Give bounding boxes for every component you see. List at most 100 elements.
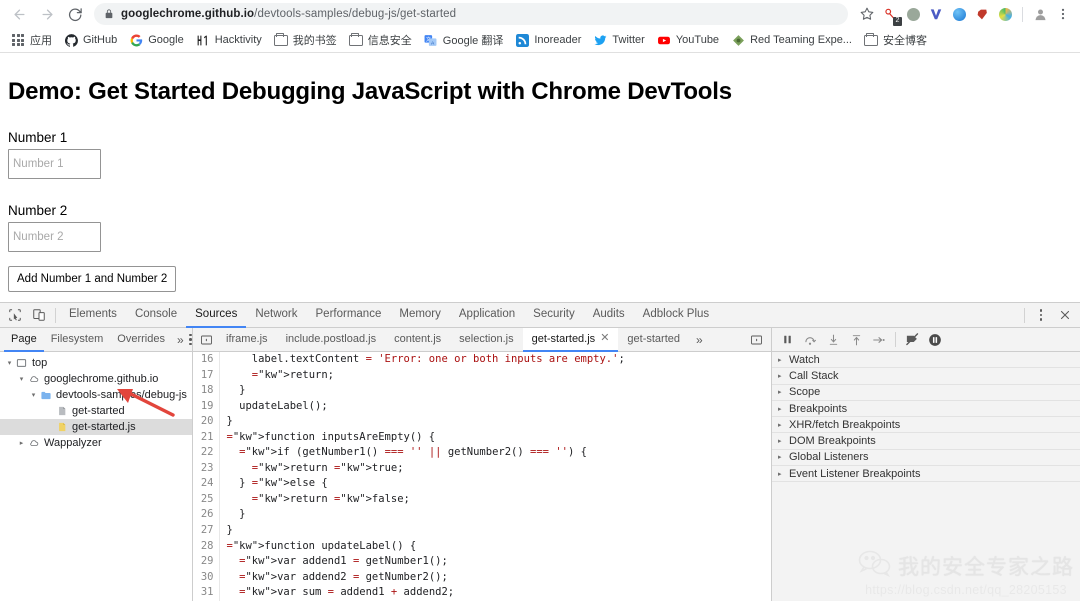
tab-memory[interactable]: Memory xyxy=(390,303,450,328)
bookmark-github[interactable]: GitHub xyxy=(59,31,124,49)
bookmark-apps[interactable]: 应用 xyxy=(6,30,59,50)
line-number[interactable]: 20 xyxy=(193,414,220,430)
line-number[interactable]: 29 xyxy=(193,554,220,570)
pause-resume-script-button[interactable] xyxy=(776,329,798,351)
code-text[interactable]: ="kw">if (getNumber1() === '' || getNumb… xyxy=(219,445,771,461)
code-text[interactable]: ="kw">var addend1 = getNumber1(); xyxy=(219,554,771,570)
tab-application[interactable]: Application xyxy=(450,303,524,328)
code-text[interactable]: ="kw">return ="kw">true; xyxy=(219,461,771,477)
step-out-button[interactable] xyxy=(845,329,867,351)
tab-sources[interactable]: Sources xyxy=(186,303,247,328)
line-number[interactable]: 17 xyxy=(193,367,220,384)
extension-green-circle-icon[interactable] xyxy=(902,3,924,25)
subtab-overrides[interactable]: Overrides xyxy=(110,328,172,352)
editor-tab-selection-js[interactable]: selection.js xyxy=(450,328,522,352)
step-over-button[interactable] xyxy=(799,329,821,351)
three-dot-menu-icon[interactable] xyxy=(1052,3,1074,25)
address-bar[interactable]: googlechrome.github.io/devtools-samples/… xyxy=(94,3,848,25)
more-tabs-icon[interactable] xyxy=(745,328,767,352)
editor-more-tabs-button[interactable]: » xyxy=(689,328,710,352)
code-text[interactable]: ="kw">return ="kw">false; xyxy=(219,492,771,508)
bookmark-folder-my-bookmarks[interactable]: 我的书签 xyxy=(269,30,344,50)
step-button[interactable] xyxy=(868,329,890,351)
line-number[interactable]: 19 xyxy=(193,398,220,415)
line-number[interactable]: 24 xyxy=(193,476,220,492)
extension-globe-icon[interactable] xyxy=(948,3,970,25)
twisty-icon[interactable]: ▾ xyxy=(16,375,27,383)
section-breakpoints[interactable]: ▸ Breakpoints xyxy=(772,401,1080,418)
twisty-icon[interactable]: ▾ xyxy=(28,391,39,399)
extension-colorpick-icon[interactable] xyxy=(994,3,1016,25)
section-dom-breakpoints[interactable]: ▸ DOM Breakpoints xyxy=(772,433,1080,450)
section-xhr-fetch-breakpoints[interactable]: ▸ XHR/fetch Breakpoints xyxy=(772,417,1080,434)
code-text[interactable]: } ="kw">else { xyxy=(219,476,771,492)
tab-performance[interactable]: Performance xyxy=(307,303,391,328)
navigator-more-tabs-button[interactable]: » xyxy=(172,328,189,352)
extension-red-badge-icon[interactable]: 2 xyxy=(879,3,902,26)
bookmark-inoreader[interactable]: Inoreader xyxy=(510,31,588,49)
code-text[interactable]: ="kw">function updateLabel() { xyxy=(219,539,771,555)
extension-vimium-icon[interactable] xyxy=(925,3,947,25)
line-number[interactable]: 30 xyxy=(193,569,220,586)
line-number[interactable]: 22 xyxy=(193,445,220,461)
code-editor[interactable]: 16 label.textContent = 'Error: one or bo… xyxy=(193,352,771,601)
code-text[interactable]: ="kw">function inputsAreEmpty() { xyxy=(219,430,771,446)
tree-item-get-started-js[interactable]: get-started.js xyxy=(0,419,192,435)
twisty-icon[interactable]: ▸ xyxy=(16,439,27,447)
star-icon[interactable] xyxy=(856,3,878,25)
profile-avatar-icon[interactable] xyxy=(1029,3,1051,25)
back-button[interactable] xyxy=(6,1,32,27)
add-numbers-button[interactable]: Add Number 1 and Number 2 xyxy=(8,266,177,292)
tree-item-get-started[interactable]: get-started xyxy=(0,403,192,419)
tab-elements[interactable]: Elements xyxy=(60,303,126,328)
bookmark-google-translate[interactable]: 文A Google 翻译 xyxy=(419,30,511,50)
tree-item-wappalyzer[interactable]: ▸ Wappalyzer xyxy=(0,435,192,451)
line-number[interactable]: 28 xyxy=(193,538,220,555)
show-navigator-icon[interactable] xyxy=(195,328,217,352)
tab-security[interactable]: Security xyxy=(524,303,584,328)
deactivate-breakpoints-button[interactable] xyxy=(901,329,923,351)
close-icon[interactable]: ✕ xyxy=(600,333,609,344)
editor-tab-iframe-js[interactable]: iframe.js xyxy=(217,328,277,352)
line-number[interactable]: 16 xyxy=(193,352,220,368)
bookmark-youtube[interactable]: YouTube xyxy=(652,31,726,49)
section-call-stack[interactable]: ▸ Call Stack xyxy=(772,368,1080,385)
tree-item-top[interactable]: ▾ top xyxy=(0,355,192,371)
line-number[interactable]: 18 xyxy=(193,383,220,399)
devtools-more-options-icon[interactable] xyxy=(1029,304,1053,326)
code-text[interactable]: ="kw">return; xyxy=(219,368,771,384)
code-text[interactable]: updateLabel(); xyxy=(219,399,771,415)
bookmark-folder-infosec[interactable]: 信息安全 xyxy=(344,30,419,50)
line-number[interactable]: 21 xyxy=(193,429,220,446)
line-number[interactable]: 23 xyxy=(193,460,220,477)
bookmark-google[interactable]: Google xyxy=(124,31,190,49)
tree-item-googlechrome-github-io[interactable]: ▾ googlechrome.github.io xyxy=(0,371,192,387)
tab-audits[interactable]: Audits xyxy=(584,303,634,328)
bookmark-hacktivity[interactable]: Hacktivity xyxy=(191,31,269,49)
code-text[interactable]: } xyxy=(219,414,771,430)
line-number[interactable]: 25 xyxy=(193,491,220,508)
section-scope[interactable]: ▸ Scope xyxy=(772,385,1080,401)
toggle-device-toolbar-icon[interactable] xyxy=(27,304,51,326)
line-number[interactable]: 26 xyxy=(193,507,220,524)
code-text[interactable]: ="kw">var sum = addend1 + addend2; xyxy=(219,585,771,601)
tab-console[interactable]: Console xyxy=(126,303,186,328)
editor-tab-get-started[interactable]: get-started xyxy=(618,328,689,352)
code-text[interactable]: } xyxy=(219,507,771,523)
reload-button[interactable] xyxy=(62,1,88,27)
code-text[interactable]: } xyxy=(219,383,771,399)
devtools-close-icon[interactable] xyxy=(1053,304,1077,326)
bookmark-red-teaming[interactable]: Red Teaming Expe... xyxy=(726,31,859,49)
bookmark-folder-security-blog[interactable]: 安全博客 xyxy=(859,30,934,50)
number1-input[interactable] xyxy=(8,149,101,179)
tree-item-devtools-samples-debug-js[interactable]: ▾ devtools-samples/debug-js xyxy=(0,387,192,403)
editor-tab-include-postload-js[interactable]: include.postload.js xyxy=(277,328,386,352)
section-event-listener-breakpoints[interactable]: ▸ Event Listener Breakpoints xyxy=(772,466,1080,483)
inspect-element-icon[interactable] xyxy=(3,304,27,326)
subtab-filesystem[interactable]: Filesystem xyxy=(44,328,111,352)
twisty-icon[interactable]: ▾ xyxy=(4,359,15,367)
tab-network[interactable]: Network xyxy=(246,303,306,328)
section-global-listeners[interactable]: ▸ Global Listeners xyxy=(772,450,1080,467)
line-number[interactable]: 27 xyxy=(193,523,220,539)
tab-adblock-plus[interactable]: Adblock Plus xyxy=(634,303,718,328)
